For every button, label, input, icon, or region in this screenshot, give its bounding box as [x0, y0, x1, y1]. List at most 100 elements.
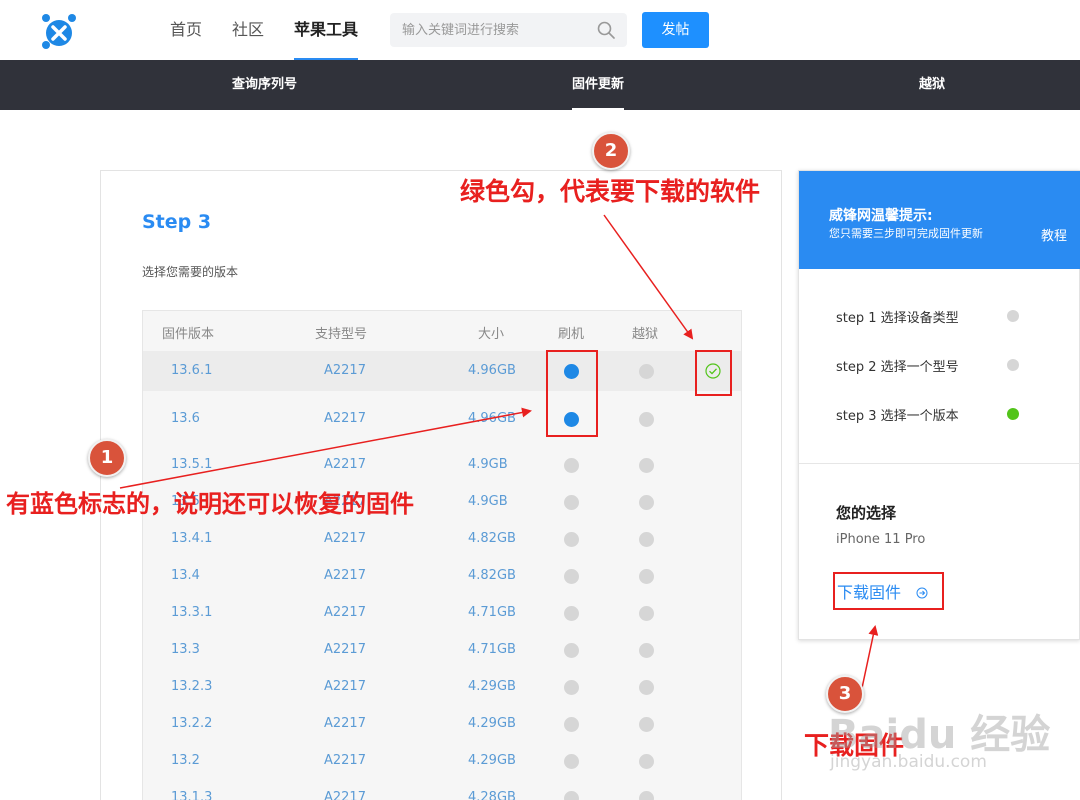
jailbreak-status-dot	[639, 717, 654, 732]
tip-sidebar: 威锋网温馨提示: 您只需要三步即可完成固件更新 教程 step 1 选择设备类型…	[798, 170, 1080, 640]
firmware-version: 13.6	[171, 411, 200, 426]
baidu-watermark-url: jingyan.baidu.com	[830, 752, 987, 772]
nav-home[interactable]: 首页	[170, 0, 202, 60]
annotation-box-check	[695, 350, 732, 396]
supported-model: A2217	[324, 642, 366, 657]
flash-unavailable-dot	[564, 643, 579, 658]
firmware-version: 13.2	[171, 753, 200, 768]
flash-unavailable-dot	[564, 680, 579, 695]
jailbreak-status-dot	[639, 495, 654, 510]
table-row[interactable]: 13.2.2 A2217 4.29GB	[143, 704, 741, 744]
subnav-jailbreak[interactable]: 越狱	[919, 60, 945, 110]
tip-title: 威锋网温馨提示:	[829, 208, 933, 224]
firmware-version: 13.4.1	[171, 531, 213, 546]
step-item-1: step 1 选择设备类型	[836, 311, 959, 326]
firmware-size: 4.28GB	[468, 790, 516, 800]
site-logo-icon[interactable]	[40, 12, 78, 50]
firmware-size: 4.29GB	[468, 679, 516, 694]
jailbreak-status-dot	[639, 364, 654, 379]
tutorial-link[interactable]: 教程	[1041, 225, 1067, 244]
flash-unavailable-dot	[564, 606, 579, 621]
firmware-size: 4.71GB	[468, 642, 516, 657]
post-button[interactable]: 发帖	[642, 12, 709, 48]
supported-model: A2217	[324, 363, 366, 378]
column-header-version: 固件版本	[162, 327, 215, 342]
supported-model: A2217	[324, 679, 366, 694]
flash-unavailable-dot	[564, 569, 579, 584]
flash-unavailable-dot	[564, 495, 579, 510]
jailbreak-status-dot	[639, 569, 654, 584]
firmware-size: 4.96GB	[468, 411, 516, 426]
jailbreak-status-dot	[639, 680, 654, 695]
annotation-box-download	[833, 572, 944, 610]
supported-model: A2217	[324, 568, 366, 583]
firmware-version: 13.2.3	[171, 679, 213, 694]
column-header-flash: 刷机	[558, 327, 585, 342]
supported-model: A2217	[324, 753, 366, 768]
flash-unavailable-dot	[564, 754, 579, 769]
firmware-version: 13.2.2	[171, 716, 213, 731]
firmware-size: 4.82GB	[468, 568, 516, 583]
flash-unavailable-dot	[564, 717, 579, 732]
table-row[interactable]: 13.2.3 A2217 4.29GB	[143, 667, 741, 707]
annotation-badge-1: 1	[88, 439, 126, 477]
jailbreak-status-dot	[639, 412, 654, 427]
table-row[interactable]: 13.5.1 A2217 4.9GB	[143, 445, 741, 485]
table-row[interactable]: 13.1.3 A2217 4.28GB	[143, 778, 741, 800]
supported-model: A2217	[324, 790, 366, 800]
annotation-box-flash	[546, 350, 598, 437]
table-row[interactable]: 13.6.1 A2217 4.96GB	[143, 351, 741, 391]
step-status-dot	[1007, 310, 1019, 322]
supported-model: A2217	[324, 605, 366, 620]
supported-model: A2217	[324, 411, 366, 426]
search-box	[390, 13, 627, 47]
firmware-version: 13.5.1	[171, 457, 213, 472]
tip-subtitle: 您只需要三步即可完成固件更新	[829, 227, 983, 240]
firmware-table: 固件版本 支持型号 大小 刷机 越狱 13.6.1 A2217 4.96GB 13.6…	[142, 310, 742, 800]
flash-unavailable-dot	[564, 532, 579, 547]
step-description: 选择您需要的版本	[142, 265, 239, 279]
firmware-size: 4.82GB	[468, 531, 516, 546]
column-header-size: 大小	[478, 327, 505, 342]
firmware-version: 13.1.3	[171, 790, 213, 800]
table-row[interactable]: 13.4 A2217 4.82GB	[143, 556, 741, 596]
table-row[interactable]: 13.3 A2217 4.71GB	[143, 630, 741, 670]
step-title: Step 3	[142, 211, 212, 233]
step-status-dot	[1007, 359, 1019, 371]
step-status-dot-done	[1007, 408, 1019, 420]
firmware-size: 4.71GB	[468, 605, 516, 620]
supported-model: A2217	[324, 457, 366, 472]
table-row[interactable]: 13.4.1 A2217 4.82GB	[143, 519, 741, 559]
firmware-size: 4.96GB	[468, 363, 516, 378]
search-input[interactable]	[402, 13, 592, 47]
sub-nav: 查询序列号 固件更新 越狱	[0, 60, 1080, 110]
jailbreak-status-dot	[639, 643, 654, 658]
top-header: 首页 社区 苹果工具 发帖	[0, 0, 1080, 60]
step-item-3: step 3 选择一个版本	[836, 409, 959, 424]
flash-unavailable-dot	[564, 458, 579, 473]
tip-header: 威锋网温馨提示: 您只需要三步即可完成固件更新 教程	[799, 171, 1080, 269]
sidebar-divider	[799, 463, 1080, 464]
table-row[interactable]: 13.2 A2217 4.29GB	[143, 741, 741, 781]
column-header-jailbreak: 越狱	[632, 327, 659, 342]
annotation-text-1: 有蓝色标志的，说明还可以恢复的固件	[6, 489, 414, 518]
subnav-firmware-update[interactable]: 固件更新	[572, 60, 625, 110]
table-row[interactable]: 13.6 A2217 4.96GB	[143, 399, 741, 439]
subnav-serial-lookup[interactable]: 查询序列号	[232, 60, 297, 110]
nav-community[interactable]: 社区	[232, 0, 264, 60]
search-icon[interactable]	[597, 21, 615, 39]
step-item-2: step 2 选择一个型号	[836, 360, 959, 375]
column-header-model: 支持型号	[315, 327, 368, 342]
table-row[interactable]: 13.3.1 A2217 4.71GB	[143, 593, 741, 633]
nav-apple-tools[interactable]: 苹果工具	[294, 0, 359, 60]
jailbreak-status-dot	[639, 606, 654, 621]
firmware-version: 13.4	[171, 568, 200, 583]
firmware-version: 13.3.1	[171, 605, 213, 620]
firmware-size: 4.9GB	[468, 494, 508, 509]
supported-model: A2217	[324, 531, 366, 546]
firmware-version: 13.3	[171, 642, 200, 657]
jailbreak-status-dot	[639, 791, 654, 800]
choice-title: 您的选择	[836, 504, 897, 522]
annotation-badge-2: 2	[592, 132, 630, 170]
jailbreak-status-dot	[639, 532, 654, 547]
